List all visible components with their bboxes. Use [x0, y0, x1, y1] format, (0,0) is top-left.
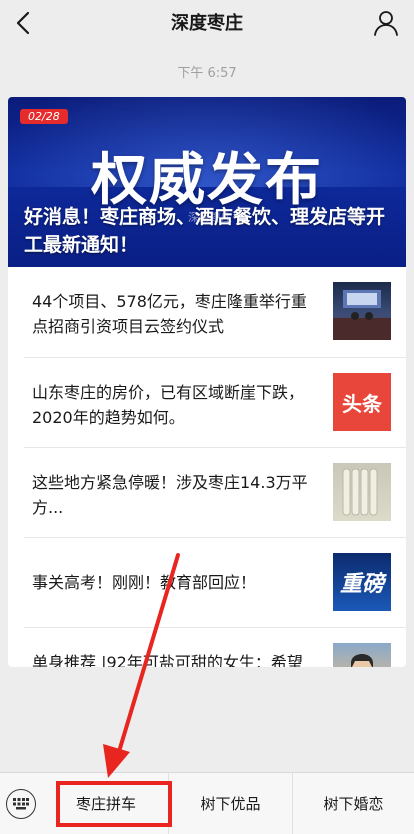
article-title: 单身推荐 |92年可盐可甜的女生：希望我们相互理解、包容，在需要的... — [32, 653, 303, 667]
hero-article-title: 好消息！枣庄商场、酒店餐饮、理发店等开工最新通知！ — [24, 206, 386, 256]
list-item[interactable]: 单身推荐 |92年可盐可甜的女生：希望我们相互理解、包容，在需要的... — [24, 627, 406, 667]
page-title: 深度枣庄 — [171, 13, 243, 34]
list-item[interactable]: 事关高考！刚刚！教育部回应！ 重磅 — [24, 537, 406, 627]
article-title: 事关高考！刚刚！教育部回应！ — [32, 573, 257, 592]
message-timestamp: 下午 6:57 — [177, 66, 237, 81]
article-thumbnail: 重磅 — [333, 553, 391, 611]
profile-button[interactable] — [372, 9, 400, 37]
article-thumbnail — [333, 643, 391, 667]
user-icon — [374, 11, 398, 36]
article-title: 这些地方紧急停暖！涉及枣庄14.3万平方... — [32, 473, 308, 517]
article-card: 02/28 权威发布 深度枣庄 好消息！枣庄商场、酒店餐饮、理发店等开工最新通知… — [8, 97, 406, 667]
article-thumbnail: 头条 — [333, 373, 391, 431]
article-title: 44个项目、578亿元，枣庄隆重举行重点招商引资项目云签约仪式 — [32, 292, 307, 336]
highlight-box — [56, 781, 172, 827]
list-item[interactable]: 44个项目、578亿元，枣庄隆重举行重点招商引资项目云签约仪式 — [24, 267, 406, 357]
menu-item-dating[interactable]: 树下婚恋 — [292, 773, 414, 834]
article-title: 山东枣庄的房价，已有区域断崖下跌，2020年的趋势如何。 — [32, 383, 305, 427]
date-badge: 02/28 — [20, 109, 68, 124]
top-navbar: 深度枣庄 — [0, 0, 414, 48]
list-item[interactable]: 这些地方紧急停暖！涉及枣庄14.3万平方... — [24, 447, 406, 537]
article-thumbnail — [333, 282, 391, 340]
hero-article[interactable]: 02/28 权威发布 深度枣庄 好消息！枣庄商场、酒店餐饮、理发店等开工最新通知… — [8, 97, 406, 267]
article-list: 44个项目、578亿元，枣庄隆重举行重点招商引资项目云签约仪式 山东枣庄的房价，… — [8, 267, 406, 667]
list-item[interactable]: 山东枣庄的房价，已有区域断崖下跌，2020年的趋势如何。 头条 — [24, 357, 406, 447]
keyboard-icon — [13, 798, 29, 810]
menu-item-shop[interactable]: 树下优品 — [168, 773, 292, 834]
keyboard-toggle-button[interactable] — [6, 789, 36, 819]
article-thumbnail — [333, 463, 391, 521]
